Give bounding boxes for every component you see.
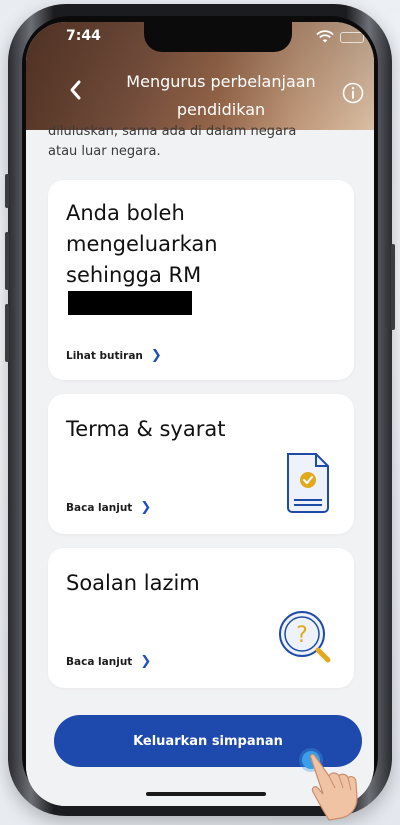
withdrawal-limit-title-line-1: Anda boleh	[66, 201, 185, 225]
app-screen: 7:44 Mengurus perbelanjaan pendidikan di…	[26, 22, 374, 806]
pointing-hand-icon	[309, 753, 358, 821]
terms-card[interactable]: Terma & syarat Baca lanjut ❯	[48, 394, 354, 534]
info-icon[interactable]	[342, 82, 364, 104]
faq-read-more-label: Baca lanjut	[66, 655, 133, 668]
intro-text-line-1: diluluskan, sama ada di dalam negara	[48, 124, 297, 139]
svg-text:?: ?	[296, 623, 308, 648]
wifi-icon	[316, 30, 334, 43]
back-chevron-icon[interactable]	[66, 78, 86, 102]
withdrawal-limit-title-line-3: sehingga RM	[66, 263, 202, 287]
volume-up-button	[5, 232, 9, 290]
page-title: Mengurus perbelanjaan pendidikan	[96, 68, 346, 124]
page-title-line-2: pendidikan	[176, 100, 266, 119]
intro-text: diluluskan, sama ada di dalam negara ata…	[48, 124, 348, 162]
camera-notch	[144, 22, 292, 52]
intro-text-line-2: atau luar negara.	[48, 144, 161, 159]
content-area: diluluskan, sama ada di dalam negara ata…	[26, 124, 374, 806]
redacted-amount	[68, 291, 192, 315]
document-check-icon	[287, 453, 329, 513]
faq-title: Soalan lazim	[66, 571, 200, 595]
faq-read-more-link[interactable]: Baca lanjut ❯	[66, 654, 151, 669]
battery-icon	[340, 32, 364, 43]
mute-switch	[5, 174, 9, 208]
withdrawal-limit-title: Anda boleh mengeluarkan sehingga RM	[66, 198, 218, 291]
chevron-right-icon: ❯	[140, 500, 152, 515]
volume-down-button	[5, 304, 9, 362]
chevron-right-icon: ❯	[140, 654, 152, 669]
withdrawal-limit-title-line-2: mengeluarkan	[66, 232, 218, 256]
faq-card[interactable]: Soalan lazim ? Baca lanjut ❯	[48, 548, 354, 688]
view-details-link[interactable]: Lihat butiran ❯	[66, 348, 162, 363]
terms-read-more-link[interactable]: Baca lanjut ❯	[66, 500, 151, 515]
power-button	[391, 244, 395, 330]
view-details-label: Lihat butiran	[66, 349, 143, 362]
terms-read-more-label: Baca lanjut	[66, 501, 133, 514]
chevron-right-icon: ❯	[150, 348, 162, 363]
status-time: 7:44	[66, 28, 101, 44]
magnifier-question-icon: ?	[279, 611, 331, 663]
home-indicator	[146, 792, 266, 796]
terms-title: Terma & syarat	[66, 417, 226, 441]
withdrawal-limit-card: Anda boleh mengeluarkan sehingga RM Liha…	[48, 180, 354, 380]
page-title-line-1: Mengurus perbelanjaan	[126, 72, 316, 91]
